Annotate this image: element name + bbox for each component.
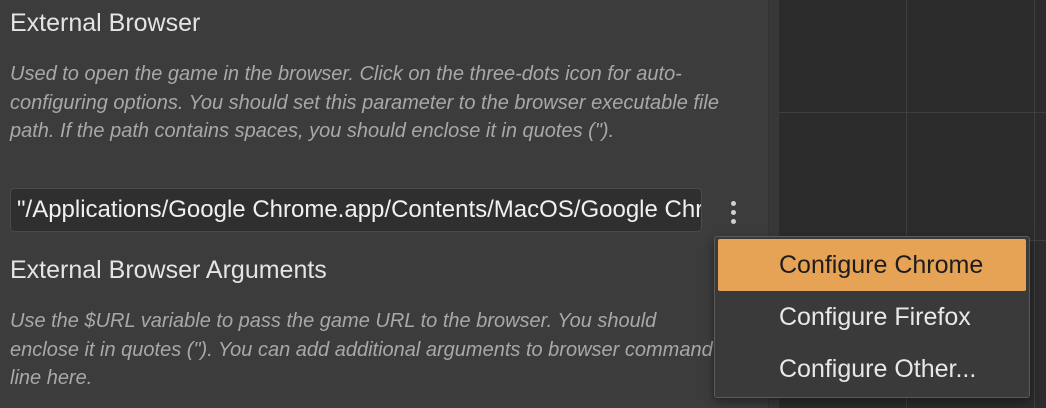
menu-item-configure-firefox[interactable]: Configure Firefox (718, 291, 1026, 343)
external-browser-path-input[interactable]: "/Applications/Google Chrome.app/Content… (10, 188, 702, 232)
external-browser-arguments-description: Use the $URL variable to pass the game U… (10, 310, 713, 389)
external-browser-description: Used to open the game in the browser. Cl… (10, 63, 719, 142)
three-dots-vertical-icon (730, 209, 736, 215)
browser-options-button[interactable] (718, 194, 748, 230)
settings-panel: External Browser Used to open the game i… (0, 0, 768, 408)
external-browser-arguments-title: External Browser Arguments (10, 256, 327, 284)
grid-line (1034, 0, 1035, 408)
preferences-window: External Browser Used to open the game i… (0, 0, 1046, 408)
external-browser-title: External Browser (10, 9, 201, 37)
menu-item-configure-chrome[interactable]: Configure Chrome (718, 239, 1026, 291)
grid-line (779, 112, 1046, 113)
browser-config-menu: Configure Chrome Configure Firefox Confi… (714, 236, 1030, 398)
three-dots-vertical-icon (730, 218, 736, 224)
three-dots-vertical-icon (730, 200, 736, 206)
menu-item-configure-other[interactable]: Configure Other... (718, 343, 1026, 395)
